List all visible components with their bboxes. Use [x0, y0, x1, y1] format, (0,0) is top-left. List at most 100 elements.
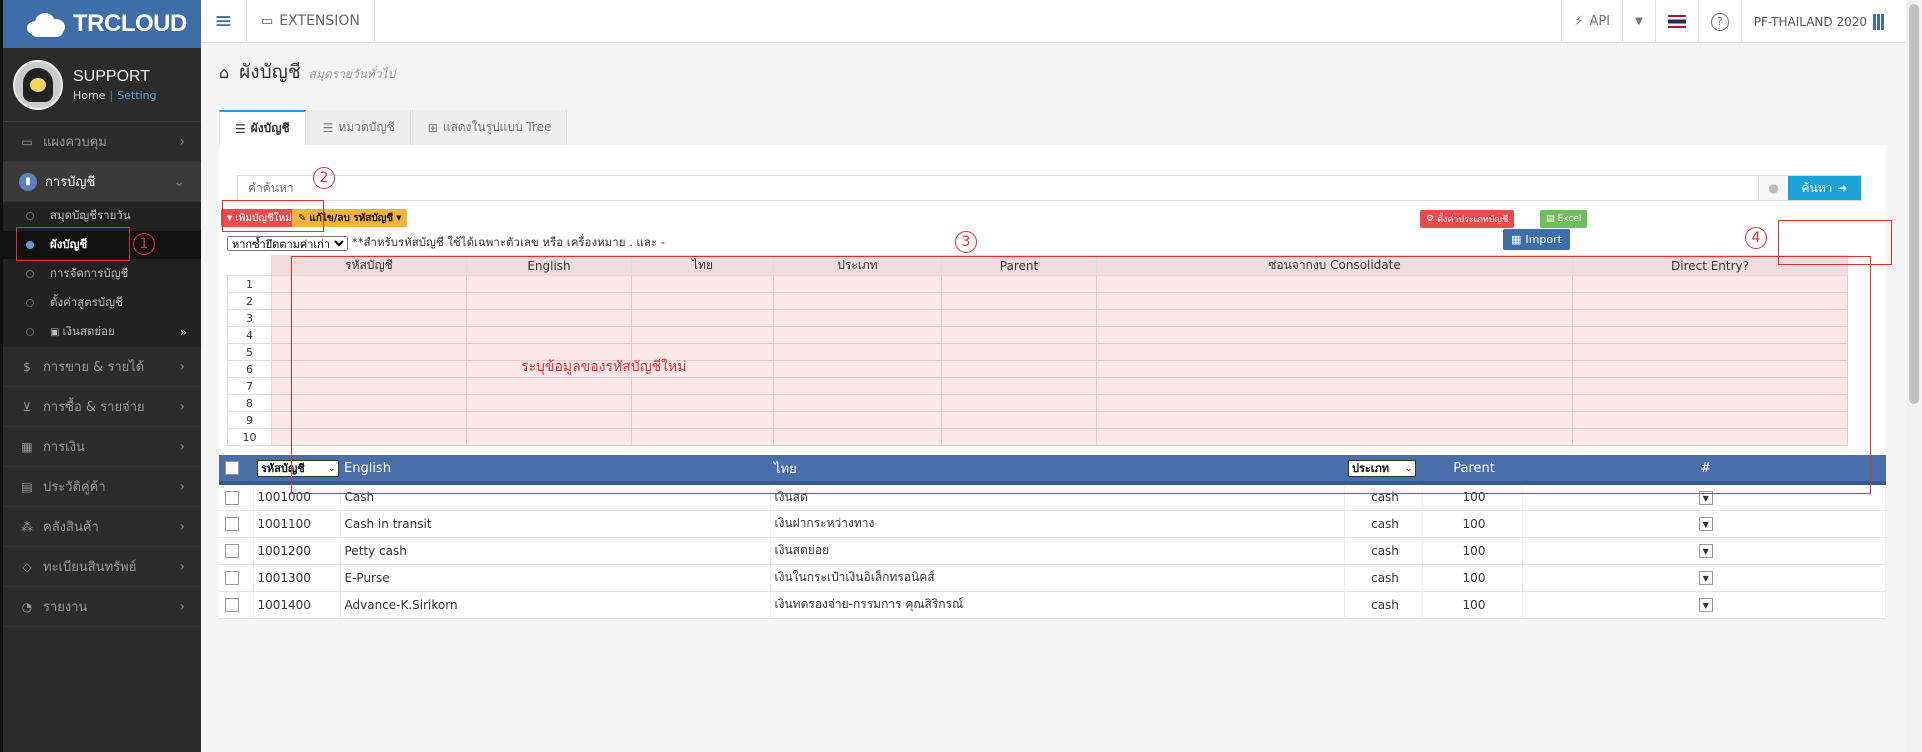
setting-link[interactable]: Setting	[117, 89, 156, 102]
diamond-icon: ◇	[22, 559, 32, 574]
microphone-icon[interactable]: ●	[1758, 176, 1788, 200]
editor-row-number: 5	[227, 343, 272, 361]
thai-flag-icon	[1667, 15, 1686, 28]
tab-tree-view[interactable]: ⊞ แสดงในรูปแบบ Tree	[411, 110, 568, 145]
duplicate-rule-row: หากซ้ำยึดตามค่าเก่า **สำหรับรหัสบัญชี ใช…	[227, 234, 665, 252]
monitor-icon: ▭	[21, 134, 33, 149]
top-bar: ≡ ▭ EXTENSION ⚡ API ▼ ? PF-THAILAND 2020	[201, 0, 1922, 43]
file-excel-icon: ▤	[1546, 214, 1555, 224]
account-type: cash	[1344, 564, 1423, 591]
search-button[interactable]: ค้นหา ➜	[1788, 176, 1861, 200]
sidebar-sub-account-formula[interactable]: ตั้งค่าสูตรบัญชี	[3, 289, 201, 318]
sidebar-item-sales[interactable]: $ การขาย & รายได้ ›	[3, 347, 201, 387]
account-type: cash	[1344, 510, 1423, 537]
help-button[interactable]: ?	[1697, 0, 1741, 43]
row-checkbox[interactable]	[225, 543, 239, 558]
table-row[interactable]: 1001300 E-Purse เงินในกระเป๋าเงินอิเล็กทรอ…	[219, 564, 1886, 591]
chevron-right-icon: ›	[179, 398, 185, 415]
sidebar-item-assets[interactable]: ◇ ทะเบียนสินทรัพย์ ›	[3, 547, 201, 587]
account-parent: 100	[1422, 510, 1523, 537]
tab-chart-of-accounts[interactable]: ☰ ผังบัญชี	[219, 110, 306, 145]
account-type: cash	[1344, 537, 1423, 564]
page-scrollbar[interactable]	[1906, 0, 1922, 752]
sidebar-item-label: การซื้อ & รายจ่าย	[43, 400, 145, 415]
account-parent: 100	[1422, 591, 1523, 618]
dropdown-toggle[interactable]: ▼	[1622, 0, 1655, 43]
row-checkbox[interactable]	[225, 597, 239, 612]
monitor-icon: ▭	[261, 13, 274, 29]
import-button[interactable]: ▦ Import	[1503, 229, 1570, 250]
sidebar-item-label: การเงิน	[43, 440, 85, 455]
sidebar-item-accounting[interactable]: ▮ การบัญชี ⌄	[3, 162, 201, 202]
duplicate-policy-select[interactable]: หากซ้ำยึดตามค่าเก่า	[227, 235, 348, 251]
row-checkbox[interactable]	[225, 570, 239, 585]
row-checkbox[interactable]	[225, 516, 239, 531]
account-thai: เงินฝากระหว่างทาง	[770, 510, 1345, 537]
sidebar-sub-petty-cash[interactable]: ▣ เงินสดย่อย »	[3, 318, 201, 347]
search-button-label: ค้นหา	[1801, 180, 1833, 195]
app-logo[interactable]: TRCLOUD	[3, 0, 201, 48]
account-parent: 100	[1422, 564, 1523, 591]
chevron-right-icon: ›	[179, 598, 185, 615]
sidebar-sub-label: ตั้งค่าสูตรบัญชี	[50, 295, 123, 309]
gear-icon: ⚙	[1426, 214, 1435, 224]
table-row[interactable]: 1001100 Cash in transit เงินฝากระหว่างทาง c…	[219, 510, 1886, 537]
tab-bar: ☰ ผังบัญชี ☰ หมวดบัญชี ⊞ แสดงในรูปแบบ Tree	[219, 110, 568, 145]
annotation-box-4	[1778, 220, 1892, 265]
user-name: SUPPORT	[73, 67, 151, 85]
editor-row-number: 3	[227, 309, 272, 327]
editor-row-number: 6	[227, 360, 272, 378]
tab-label: หมวดบัญชี	[338, 120, 395, 134]
home-icon[interactable]: ⌂	[219, 63, 229, 82]
tab-account-categories[interactable]: ☰ หมวดบัญชี	[306, 110, 411, 145]
sidebar-item-dashboard[interactable]: ▭ แผงควบคุม ›	[3, 122, 201, 162]
extension-button[interactable]: ▭ EXTENSION	[247, 0, 375, 43]
home-link[interactable]: Home	[73, 89, 105, 102]
caret-down-icon: ▼	[1635, 16, 1643, 27]
sidebar-item-label: ประวัติคู่ค้า	[43, 480, 106, 495]
row-action-dropdown[interactable]: ▼	[1698, 544, 1713, 559]
sidebar-sub-label: เงินสดย่อย	[62, 324, 115, 338]
extension-label: EXTENSION	[279, 13, 360, 29]
book-icon: ▮	[19, 172, 37, 191]
chevron-right-icon: ›	[179, 478, 185, 495]
id-card-icon: ▣	[50, 326, 60, 338]
cubes-icon: ⁂	[21, 519, 33, 534]
sidebar-item-purchases[interactable]: ⊻ การซื้อ & รายจ่าย ›	[3, 387, 201, 427]
select-all-checkbox[interactable]	[225, 461, 239, 475]
account-thai: เงินทดรองจ่าย-กรรมการ คุณสิริกรณ์	[770, 591, 1345, 618]
table-row[interactable]: 1001400 Advance-K.Sirikorn เงินทดรองจ่าย-ก…	[219, 591, 1886, 618]
question-icon: ?	[1710, 12, 1729, 31]
table-row[interactable]: 1001200 Petty cash เงินสดย่อย cash 100 ▼	[219, 537, 1886, 564]
account-english: E-Purse	[340, 564, 771, 591]
row-action-dropdown[interactable]: ▼	[1698, 598, 1713, 613]
api-button[interactable]: ⚡ API	[1561, 0, 1622, 43]
editor-row-number: 10	[227, 428, 272, 446]
language-selector[interactable]	[1654, 0, 1698, 43]
dollar-icon: $	[23, 359, 31, 374]
set-account-type-button[interactable]: ⚙ ตั้งค่าประเภทบัญชี	[1420, 210, 1515, 228]
set-type-label: ตั้งค่าประเภทบัญชี	[1437, 215, 1509, 225]
cloud-icon	[25, 11, 69, 37]
sidebar-item-inventory[interactable]: ⁂ คลังสินค้า ›	[3, 507, 201, 547]
company-selector[interactable]: PF-THAILAND 2020	[1740, 0, 1897, 43]
row-checkbox[interactable]	[225, 490, 239, 505]
contact-icon: ▤	[21, 479, 33, 494]
row-action-dropdown[interactable]: ▼	[1698, 571, 1713, 586]
search-input[interactable]	[238, 176, 1758, 200]
sidebar-sub-account-management[interactable]: การจัดการบัญชี	[3, 260, 201, 289]
avatar[interactable]	[13, 59, 63, 110]
annotation-circle-4: 4	[1745, 227, 1767, 249]
sidebar-item-reports[interactable]: ◔ รายงาน ›	[3, 587, 201, 627]
sidebar-item-contacts[interactable]: ▤ ประวัติคู่ค้า ›	[3, 467, 201, 507]
calendar-icon: ▦	[21, 439, 33, 454]
chevron-down-icon: ⌄	[173, 173, 185, 190]
row-action-dropdown[interactable]: ▼	[1698, 517, 1713, 532]
editor-row-number: 1	[227, 275, 272, 293]
sidebar-item-finance[interactable]: ▦ การเงิน ›	[3, 427, 201, 467]
hamburger-menu-icon[interactable]: ≡	[201, 0, 247, 43]
bullet-icon	[26, 328, 34, 336]
editor-row-number: 7	[227, 377, 272, 395]
excel-button[interactable]: ▤ Excel	[1540, 210, 1588, 228]
account-code: 1001400	[253, 591, 341, 618]
